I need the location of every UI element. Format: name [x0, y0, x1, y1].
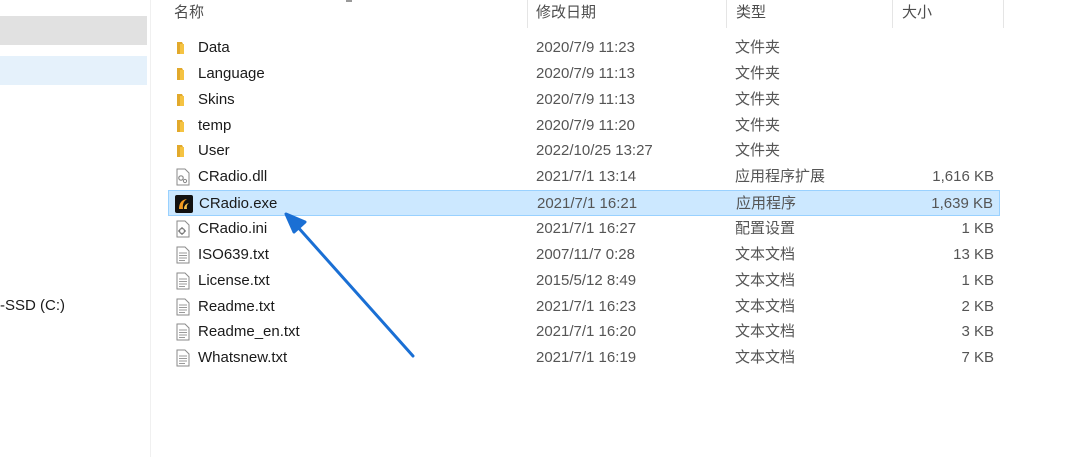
file-row[interactable]: User 2022/10/25 13:27 文件夹: [168, 138, 1000, 164]
file-name: User: [198, 142, 230, 160]
file-size: 1,639 KB: [931, 195, 993, 213]
file-row[interactable]: CRadio.dll 2021/7/1 13:14 应用程序扩展 1,616 KB: [168, 164, 1000, 190]
file-size: 2 KB: [961, 297, 994, 315]
sort-indicator: [346, 0, 352, 2]
file-modified-date: 2020/7/9 11:23: [536, 39, 635, 56]
column-header-date[interactable]: 修改日期: [536, 0, 596, 30]
file-row[interactable]: CRadio.exe 2021/7/1 16:21 应用程序 1,639 KB: [168, 190, 1000, 217]
ini-file-icon: [173, 220, 193, 238]
file-name: ISO639.txt: [198, 245, 269, 263]
file-type: 文本文档: [735, 297, 796, 315]
file-row[interactable]: Skins 2020/7/9 11:13 文件夹: [168, 87, 1000, 113]
column-divider[interactable]: [1003, 0, 1004, 28]
nav-item-drive-c[interactable]: -SSD (C:): [0, 297, 65, 314]
file-name: Whatsnew.txt: [198, 349, 288, 367]
file-name: temp: [198, 116, 232, 134]
column-divider[interactable]: [892, 0, 893, 28]
column-divider[interactable]: [726, 0, 727, 28]
file-type: 文本文档: [735, 245, 796, 263]
file-modified-date: 2021/7/1 16:20: [536, 323, 637, 341]
file-size: 3 KB: [961, 323, 994, 341]
file-type: 文件夹: [735, 39, 781, 56]
file-type: 文本文档: [735, 323, 796, 341]
file-row[interactable]: Whatsnew.txt 2021/7/1 16:19 文本文档 7 KB: [168, 345, 1000, 371]
file-name: CRadio.exe: [199, 195, 278, 213]
file-type: 应用程序: [736, 195, 797, 213]
file-name: Readme_en.txt: [198, 323, 300, 341]
column-header-type[interactable]: 类型: [736, 0, 766, 30]
file-name: License.txt: [198, 271, 270, 289]
column-header-name[interactable]: 名称: [174, 0, 204, 30]
file-row[interactable]: CRadio.ini 2021/7/1 16:27 配置设置 1 KB: [168, 216, 1000, 242]
text-file-icon: [173, 246, 193, 264]
file-name: Data: [198, 39, 230, 56]
file-type: 应用程序扩展: [735, 168, 826, 186]
nav-item-selected[interactable]: [0, 56, 147, 85]
nav-item-hovered[interactable]: [0, 16, 147, 45]
file-name: Readme.txt: [198, 297, 275, 315]
file-type: 文件夹: [735, 90, 781, 108]
text-file-icon: [173, 298, 193, 316]
file-row[interactable]: License.txt 2015/5/12 8:49 文本文档 1 KB: [168, 268, 1000, 294]
column-divider[interactable]: [527, 0, 528, 28]
file-type: 文件夹: [735, 116, 781, 134]
file-modified-date: 2021/7/1 16:27: [536, 219, 637, 237]
file-row[interactable]: ISO639.txt 2007/11/7 0:28 文本文档 13 KB: [168, 242, 1000, 268]
file-name: CRadio.ini: [198, 219, 268, 237]
file-type: 配置设置: [735, 219, 796, 237]
file-modified-date: 2020/7/9 11:13: [536, 64, 635, 82]
file-row[interactable]: Data 2020/7/9 11:23 文件夹: [168, 35, 1000, 61]
file-modified-date: 2021/7/1 16:19: [536, 349, 637, 367]
file-type: 文本文档: [735, 271, 796, 289]
file-modified-date: 2021/7/1 16:21: [537, 195, 638, 213]
file-type: 文件夹: [735, 64, 781, 82]
dll-file-icon: [173, 168, 193, 186]
file-modified-date: 2021/7/1 16:23: [536, 297, 637, 315]
text-file-icon: [173, 349, 193, 367]
file-row[interactable]: temp 2020/7/9 11:20 文件夹: [168, 113, 1000, 139]
file-name: Language: [198, 64, 265, 82]
file-modified-date: 2015/5/12 8:49: [536, 271, 637, 289]
column-header-size[interactable]: 大小: [902, 0, 932, 30]
file-type: 文件夹: [735, 142, 781, 160]
folder-icon: [173, 117, 193, 135]
file-row[interactable]: Readme_en.txt 2021/7/1 16:20 文本文档 3 KB: [168, 319, 1000, 345]
folder-icon: [173, 39, 193, 57]
file-name: Skins: [198, 90, 235, 108]
file-row[interactable]: Readme.txt 2021/7/1 16:23 文本文档 2 KB: [168, 294, 1000, 320]
text-file-icon: [173, 323, 193, 341]
file-modified-date: 2022/10/25 13:27: [536, 142, 653, 160]
file-row[interactable]: Language 2020/7/9 11:13 文件夹: [168, 61, 1000, 87]
file-size: 1,616 KB: [932, 168, 994, 186]
folder-icon: [173, 91, 193, 109]
file-size: 1 KB: [961, 271, 994, 289]
text-file-icon: [173, 272, 193, 290]
file-modified-date: 2020/7/9 11:20: [536, 116, 635, 134]
file-modified-date: 2020/7/9 11:13: [536, 90, 635, 108]
folder-icon: [173, 65, 193, 83]
folder-icon: [173, 142, 193, 160]
file-size: 13 KB: [953, 245, 994, 263]
file-type: 文本文档: [735, 349, 796, 367]
navigation-pane[interactable]: -SSD (C:): [0, 0, 151, 457]
file-size: 1 KB: [961, 219, 994, 237]
file-size: 7 KB: [961, 349, 994, 367]
app-exe-icon: [174, 195, 194, 214]
file-modified-date: 2007/11/7 0:28: [536, 245, 635, 263]
file-name: CRadio.dll: [198, 168, 268, 186]
file-modified-date: 2021/7/1 13:14: [536, 168, 637, 186]
